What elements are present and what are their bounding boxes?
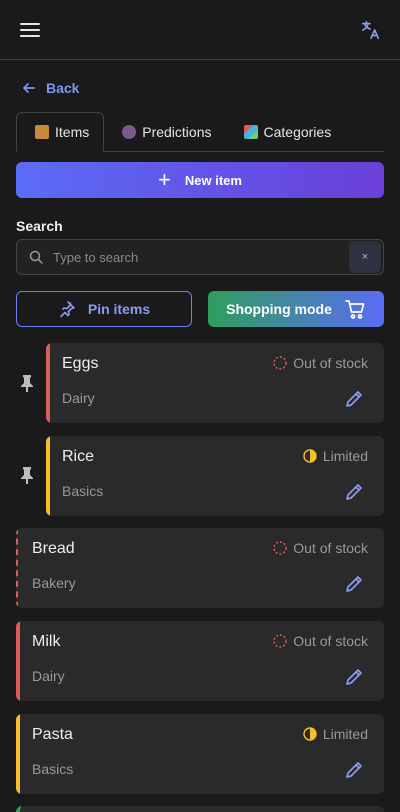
pin-items-button[interactable]: Pin items — [16, 291, 192, 327]
item-name: Milk — [32, 633, 61, 650]
clear-search-button[interactable]: × — [349, 241, 381, 273]
pinned-icon — [21, 467, 33, 484]
new-item-button[interactable]: + New item — [16, 162, 384, 198]
tab-label: Items — [55, 124, 90, 140]
status-bar — [46, 343, 50, 423]
search-icon — [29, 250, 43, 264]
item-name: Rice — [62, 448, 95, 465]
hamburger-icon[interactable] — [20, 22, 40, 37]
item-name: Eggs — [62, 355, 99, 372]
item-card-rice[interactable]: Rice Basics Limited — [46, 436, 384, 516]
next-item-peek — [16, 806, 384, 812]
search-label: Search — [16, 218, 63, 234]
item-status: Out of stock — [273, 540, 368, 556]
status-bar — [16, 621, 20, 701]
pin-items-label: Pin items — [87, 301, 151, 317]
shopping-mode-label: Shopping mode — [226, 301, 332, 317]
pencil-icon[interactable] — [344, 574, 364, 594]
search-input[interactable] — [53, 249, 349, 265]
crystal-ball-icon — [122, 125, 137, 139]
item-name: Pasta — [32, 726, 73, 743]
new-item-label: New item — [184, 172, 242, 188]
top-bar — [0, 0, 400, 60]
status-bar — [46, 436, 50, 516]
categories-icon — [243, 125, 258, 139]
tab-label: Categories — [263, 124, 332, 140]
pencil-icon[interactable] — [344, 667, 364, 687]
shopping-mode-button[interactable]: Shopping mode — [208, 291, 384, 327]
pencil-icon[interactable] — [344, 760, 364, 780]
status-text: Out of stock — [293, 355, 368, 371]
close-icon: × — [361, 251, 369, 263]
arrow-left-icon — [23, 83, 35, 93]
item-card-pasta[interactable]: Pasta Basics Limited — [16, 714, 384, 794]
pencil-icon[interactable] — [344, 389, 364, 409]
pencil-icon[interactable] — [344, 482, 364, 502]
item-card-bread[interactable]: Bread Bakery Out of stock — [16, 528, 384, 608]
item-card-milk[interactable]: Milk Dairy Out of stock — [16, 621, 384, 701]
item-category: Basics — [62, 483, 104, 499]
box-icon — [35, 125, 49, 139]
tab-bar: Items Predictions Categories — [16, 112, 384, 152]
item-card-eggs[interactable]: Eggs Dairy Out of stock — [46, 343, 384, 423]
status-text: Limited — [322, 726, 368, 742]
status-bar — [16, 714, 20, 794]
pinned-icon — [21, 375, 33, 392]
item-name: Bread — [32, 540, 75, 557]
tab-items[interactable]: Items — [16, 112, 105, 152]
status-text: Limited — [322, 448, 368, 464]
status-bar — [16, 528, 18, 608]
tab-label: Predictions — [142, 124, 212, 140]
item-status: Out of stock — [273, 355, 368, 371]
out-of-stock-icon — [273, 634, 287, 648]
item-status: Limited — [303, 726, 368, 742]
status-text: Out of stock — [293, 540, 368, 556]
back-link[interactable]: Back — [22, 80, 79, 96]
translate-icon[interactable] — [360, 19, 382, 41]
back-label: Back — [46, 80, 80, 96]
item-status: Limited — [303, 448, 368, 464]
shopping-cart-icon — [345, 300, 365, 319]
pin-icon — [60, 301, 75, 318]
tab-predictions[interactable]: Predictions — [104, 112, 225, 152]
tab-categories[interactable]: Categories — [226, 112, 346, 152]
item-status: Out of stock — [273, 633, 368, 649]
status-text: Out of stock — [293, 633, 368, 649]
plus-icon: + — [158, 167, 171, 192]
search-box: × — [16, 239, 384, 275]
item-category: Dairy — [32, 668, 65, 684]
item-category: Bakery — [32, 575, 76, 591]
limited-icon — [303, 449, 317, 463]
out-of-stock-icon — [273, 541, 287, 555]
limited-icon — [303, 727, 317, 741]
out-of-stock-icon — [273, 356, 287, 370]
item-category: Dairy — [62, 390, 95, 406]
item-category: Basics — [32, 761, 74, 777]
